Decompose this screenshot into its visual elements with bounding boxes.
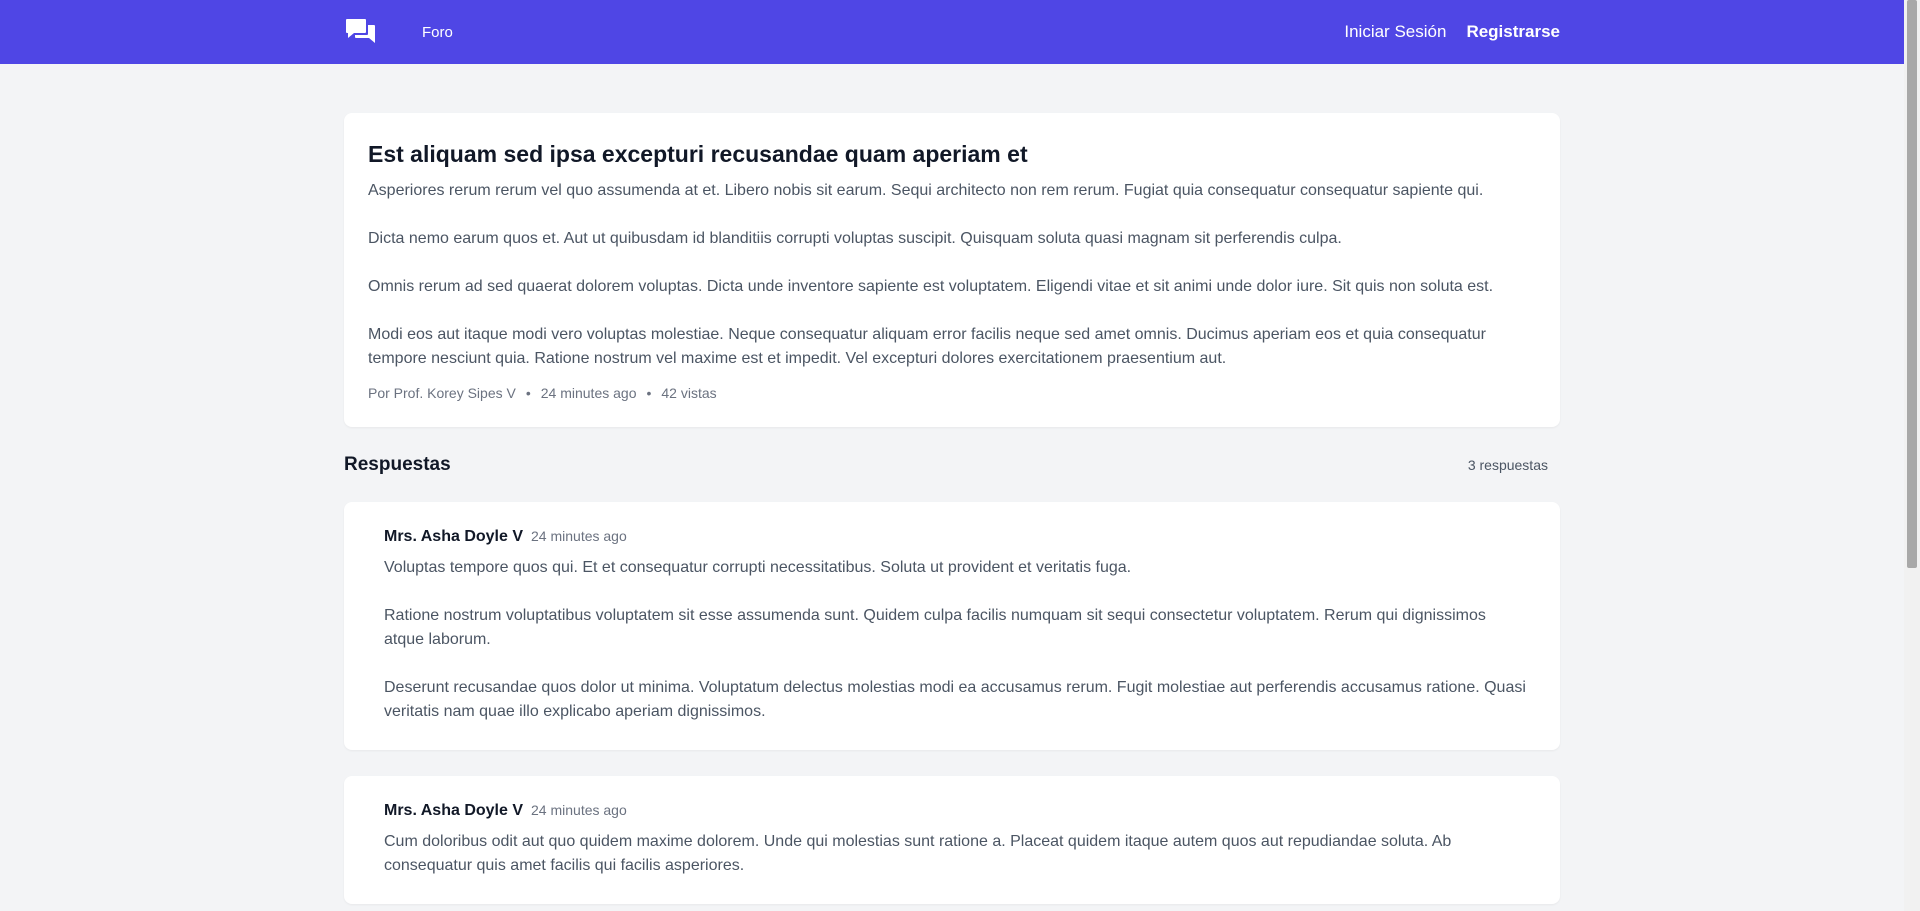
answers-header: Respuestas 3 respuestas <box>344 454 1560 476</box>
answer-time: 24 minutes ago <box>531 528 627 544</box>
register-link[interactable]: Registrarse <box>1466 22 1560 42</box>
answer-header: Mrs. Asha Doyle V 24 minutes ago <box>384 802 1528 820</box>
post-card: Est aliquam sed ipsa excepturi recusanda… <box>344 113 1560 427</box>
answer-author: Mrs. Asha Doyle V <box>384 802 524 819</box>
meta-separator: • <box>646 385 652 401</box>
post-meta: Por Prof. Korey Sipes V • 24 minutes ago… <box>368 385 1536 401</box>
post-title: Est aliquam sed ipsa excepturi recusanda… <box>368 141 1028 167</box>
nav-forum-link[interactable]: Foro <box>422 24 453 41</box>
answer-card: Mrs. Asha Doyle V 24 minutes ago Cum dol… <box>344 776 1560 904</box>
answer-time: 24 minutes ago <box>531 802 627 818</box>
vertical-scrollbar[interactable] <box>1904 0 1920 911</box>
main-content: Est aliquam sed ipsa excepturi recusanda… <box>344 113 1560 904</box>
post-paragraph: Asperiores rerum rerum vel quo assumenda… <box>368 182 1484 199</box>
answer-body: Cum doloribus odit aut quo quidem maxime… <box>384 830 1528 878</box>
chat-bubbles-icon[interactable] <box>344 15 378 49</box>
answer-paragraph: Deserunt recusandae quos dolor ut minima… <box>384 679 1526 720</box>
answer-paragraph: Voluptas tempore quos qui. Et et consequ… <box>384 559 1132 576</box>
navbar: Foro Iniciar Sesión Registrarse <box>0 0 1904 64</box>
answer-author: Mrs. Asha Doyle V <box>384 528 524 545</box>
login-link[interactable]: Iniciar Sesión <box>1344 22 1446 42</box>
answers-title: Respuestas <box>344 454 451 475</box>
answer-paragraph: Ratione nostrum voluptatibus voluptatem … <box>384 607 1486 648</box>
answer-body: Voluptas tempore quos qui. Et et consequ… <box>384 556 1528 724</box>
answer-header: Mrs. Asha Doyle V 24 minutes ago <box>384 528 1528 546</box>
answers-count: 3 respuestas <box>1467 457 1548 473</box>
post-author: Por Prof. Korey Sipes V <box>368 385 516 401</box>
chat-bubbles-svg <box>346 19 375 43</box>
post-time: 24 minutes ago <box>540 385 637 401</box>
navbar-left: Foro <box>344 15 453 49</box>
answer-card: Mrs. Asha Doyle V 24 minutes ago Volupta… <box>344 502 1560 750</box>
post-paragraph: Dicta nemo earum quos et. Aut ut quibusd… <box>368 230 1342 247</box>
page: Foro Iniciar Sesión Registrarse Est aliq… <box>0 0 1904 911</box>
post-paragraph: Modi eos aut itaque modi vero voluptas m… <box>368 326 1486 367</box>
post-body: Asperiores rerum rerum vel quo assumenda… <box>368 179 1536 371</box>
answer-paragraph: Cum doloribus odit aut quo quidem maxime… <box>384 833 1452 874</box>
post-views: 42 vistas <box>661 385 717 401</box>
post-paragraph: Omnis rerum ad sed quaerat dolorem volup… <box>368 278 1494 295</box>
scrollbar-thumb[interactable] <box>1907 0 1917 568</box>
navbar-right: Iniciar Sesión Registrarse <box>1344 22 1560 42</box>
meta-separator: • <box>525 385 531 401</box>
navbar-inner: Foro Iniciar Sesión Registrarse <box>344 15 1560 49</box>
